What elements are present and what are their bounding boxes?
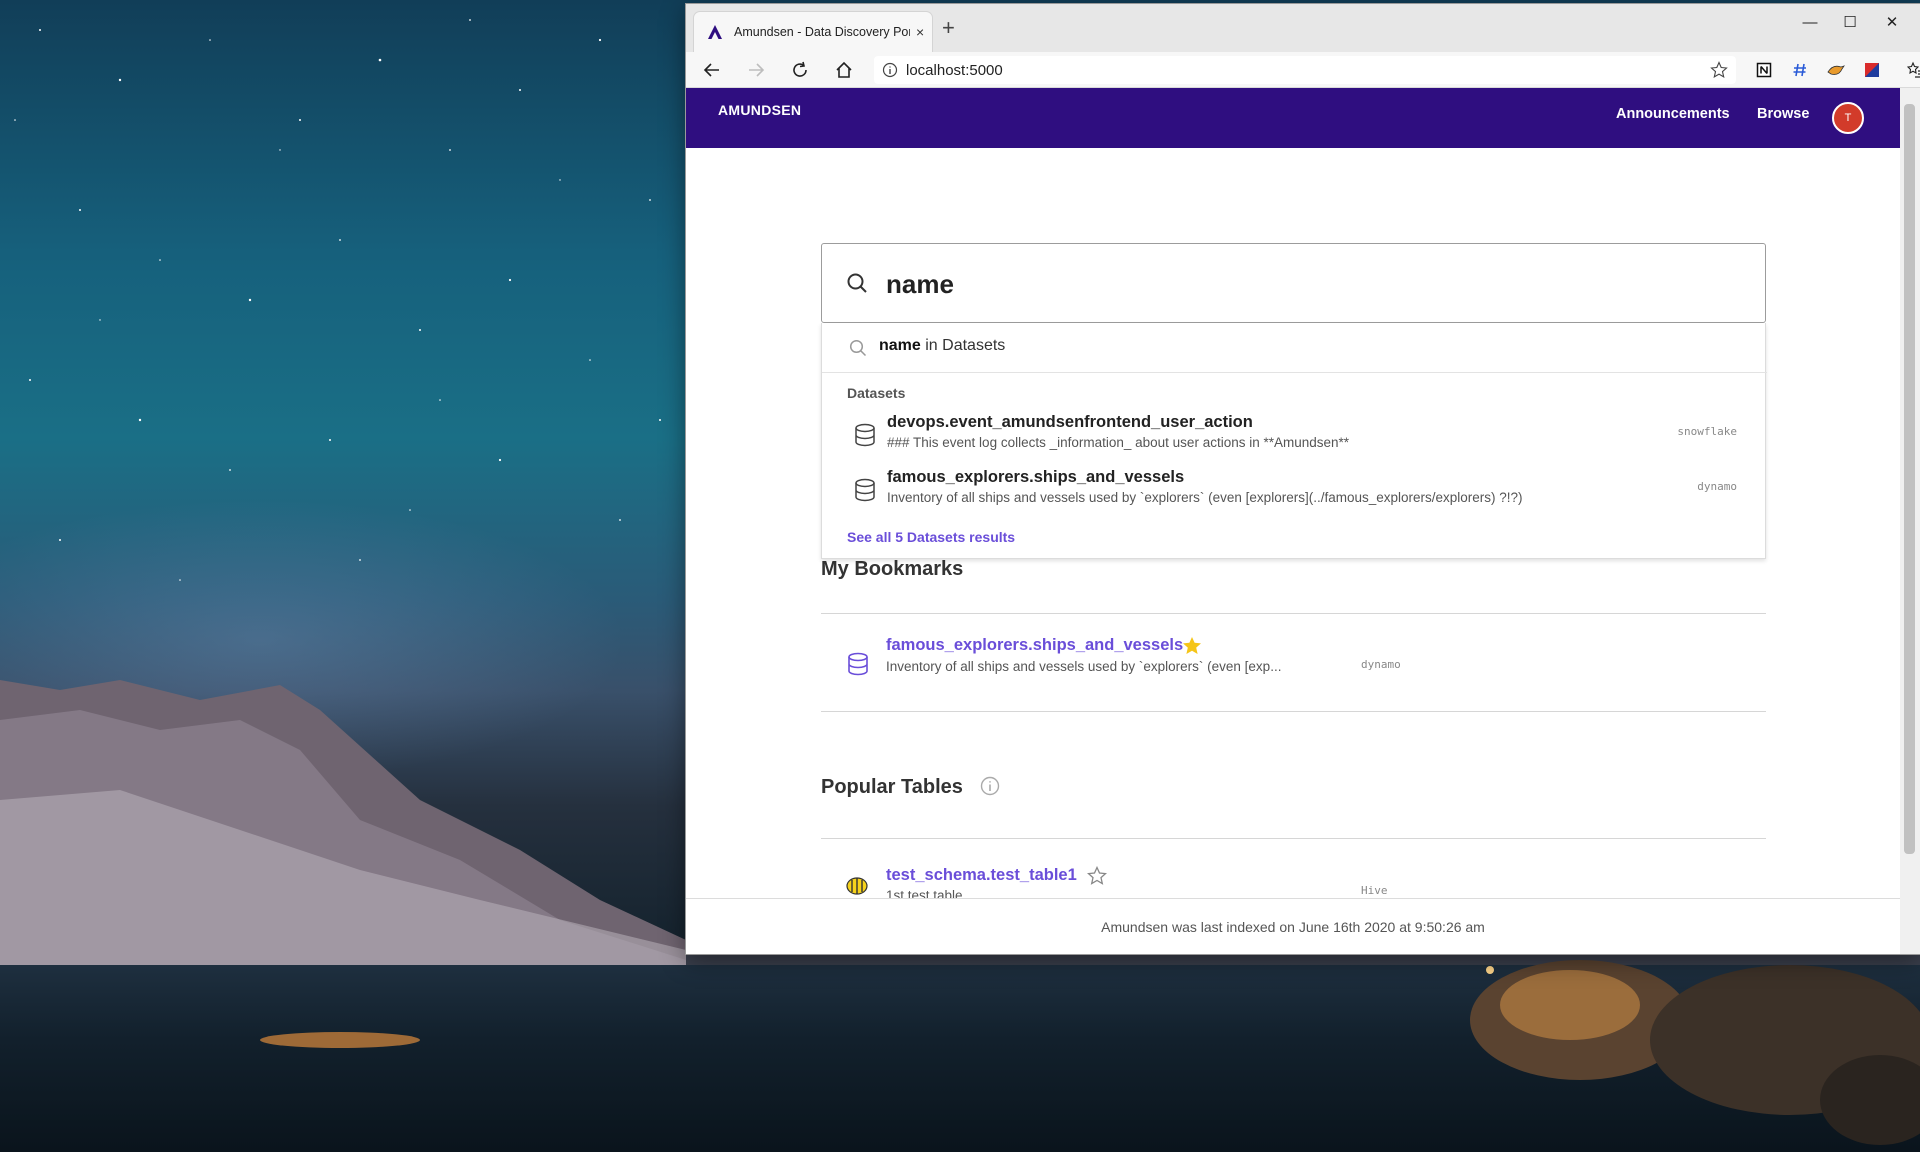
result-source: snowflake	[1677, 425, 1737, 438]
database-icon	[848, 652, 868, 676]
browser-toolbar: localhost:5000	[686, 52, 1920, 88]
info-circle-icon[interactable]	[980, 776, 1000, 796]
bird-extension-icon[interactable]	[1824, 58, 1848, 82]
bookmark-star-outline-icon[interactable]	[1087, 866, 1107, 886]
search-result-item[interactable]: devops.event_amundsenfrontend_user_actio…	[822, 409, 1767, 461]
flag-extension-icon[interactable]	[1860, 58, 1884, 82]
favorites-list-icon[interactable]	[1904, 58, 1920, 82]
page-footer: Amundsen was last indexed on June 16th 2…	[686, 898, 1900, 954]
search-suggestions-dropdown: name in Datasets Datasets devops.event_a…	[821, 323, 1767, 559]
new-tab-button[interactable]: +	[942, 17, 955, 39]
brand-logo[interactable]: AMUNDSEN	[718, 102, 801, 118]
bookmarks-divider	[821, 613, 1766, 614]
window-maximize-button[interactable]: ☐	[1836, 12, 1864, 32]
scrollbar-thumb[interactable]	[1904, 104, 1915, 854]
bookmark-description: Inventory of all ships and vessels used …	[886, 659, 1282, 674]
last-indexed-text: Amundsen was last indexed on June 16th 2…	[1101, 919, 1485, 935]
bookmarks-bottom-divider	[821, 711, 1766, 712]
result-title: devops.event_amundsenfrontend_user_actio…	[887, 413, 1253, 431]
window-close-button[interactable]: ✕	[1878, 12, 1906, 32]
info-icon[interactable]	[882, 62, 898, 78]
shore-island	[260, 1032, 420, 1048]
refresh-icon[interactable]	[788, 58, 812, 82]
popular-divider	[821, 838, 1766, 839]
tab-close-icon[interactable]: ×	[916, 24, 924, 40]
home-icon[interactable]	[832, 58, 856, 82]
popular-tables-title: Popular Tables	[821, 776, 963, 798]
database-icon	[855, 423, 875, 447]
search-result-item[interactable]: famous_explorers.ships_and_vessels Inven…	[822, 464, 1767, 516]
window-minimize-button[interactable]: —	[1796, 12, 1824, 32]
datasets-category-label: Datasets	[847, 385, 906, 401]
tab-strip: Amundsen - Data Discovery Portal × + — ☐…	[686, 4, 1920, 52]
result-title: famous_explorers.ships_and_vessels	[887, 468, 1185, 486]
popular-table-source: Hive	[1361, 884, 1388, 897]
suggestion-scope: in Datasets	[920, 337, 1006, 354]
amundsen-favicon-icon	[708, 25, 722, 39]
popular-table-title[interactable]: test_schema.test_table1	[886, 866, 1077, 885]
search-box[interactable]	[821, 243, 1766, 323]
bookmark-star-icon[interactable]	[1182, 636, 1202, 656]
search-icon	[847, 273, 867, 293]
bookmark-title[interactable]: famous_explorers.ships_and_vessels	[886, 636, 1183, 655]
search-suggestion-text: name in Datasets	[879, 337, 1005, 355]
browser-window: Amundsen - Data Discovery Portal × + — ☐…	[686, 4, 1920, 954]
see-all-results-link[interactable]: See all 5 Datasets results	[847, 529, 1015, 545]
back-arrow-icon[interactable]	[700, 58, 724, 82]
tab-title: Amundsen - Data Discovery Portal	[734, 25, 910, 39]
search-icon	[849, 339, 867, 357]
tab-amundsen[interactable]: Amundsen - Data Discovery Portal ×	[694, 12, 932, 52]
starry-sky	[14, 19, 661, 581]
shore-rocks	[1470, 960, 1920, 1145]
result-description: Inventory of all ships and vessels used …	[887, 490, 1523, 505]
notion-extension-icon[interactable]	[1752, 58, 1776, 82]
bookmarks-title: My Bookmarks	[821, 558, 964, 580]
hive-bee-icon	[846, 877, 868, 895]
result-description: ### This event log collects _information…	[887, 435, 1350, 450]
suggestion-term: name	[879, 337, 921, 354]
result-source: dynamo	[1697, 480, 1737, 493]
page-content: AMUNDSEN Announcements Browse T My Bookm…	[686, 88, 1900, 954]
favorite-star-icon[interactable]	[1710, 61, 1728, 79]
database-icon	[855, 478, 875, 502]
address-bar[interactable]: localhost:5000	[874, 56, 1736, 84]
search-input[interactable]	[886, 264, 1706, 304]
hashtag-extension-icon[interactable]	[1788, 58, 1812, 82]
address-url[interactable]: localhost:5000	[906, 62, 1003, 79]
user-avatar[interactable]: T	[1832, 102, 1864, 134]
forward-arrow-icon[interactable]	[744, 58, 768, 82]
nav-browse-link[interactable]: Browse	[1757, 106, 1809, 122]
top-navbar: AMUNDSEN Announcements Browse T	[686, 88, 1900, 148]
bookmark-source: dynamo	[1361, 658, 1401, 671]
nav-announcements-link[interactable]: Announcements	[1616, 106, 1730, 122]
search-suggestion-row[interactable]: name in Datasets	[822, 323, 1767, 373]
